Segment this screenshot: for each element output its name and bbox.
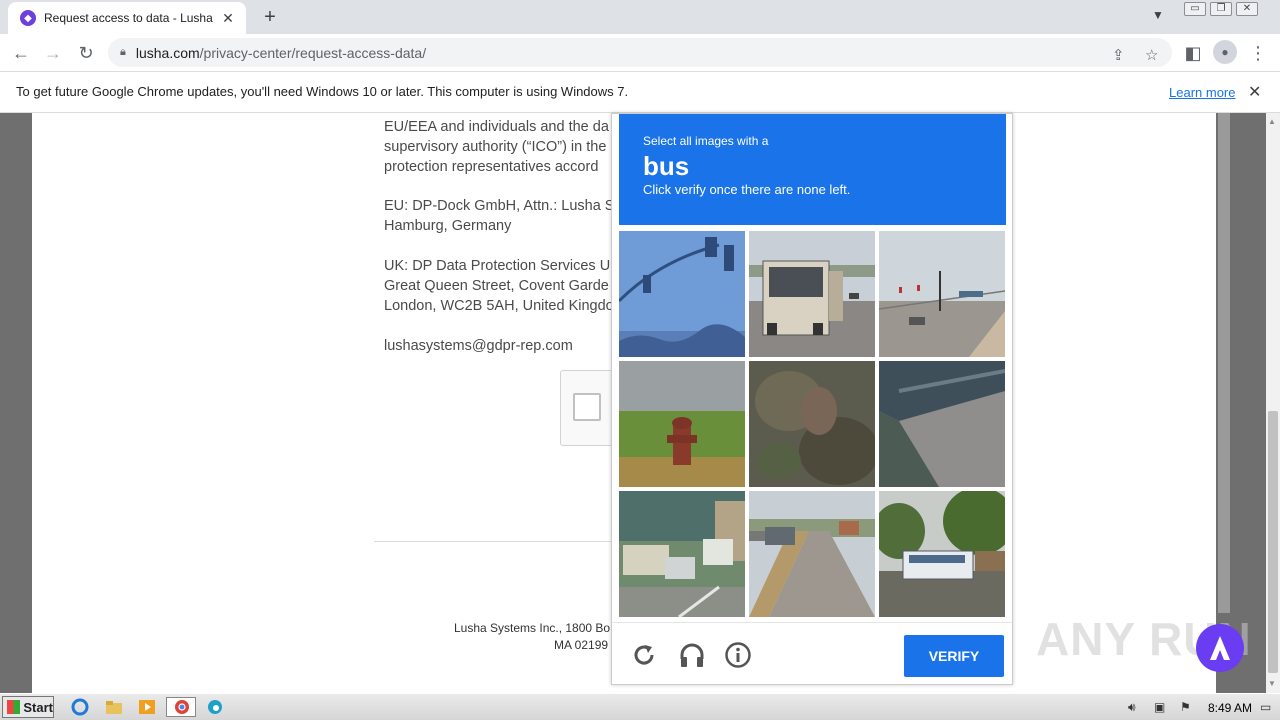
volume-icon[interactable]: 🔊︎ (1128, 700, 1136, 715)
scroll-up-icon[interactable]: ▲ (1268, 117, 1276, 126)
chat-widget-button[interactable] (1196, 624, 1244, 672)
info-icon[interactable] (724, 641, 752, 669)
tile-white-bus-trees[interactable] (879, 491, 1005, 617)
text-line: Great Queen Street, Covent Garde (384, 278, 609, 294)
text-line: Hamburg, Germany (384, 218, 512, 234)
url-text: lusha.com/privacy-center/request-access-… (136, 45, 426, 61)
learn-more-link[interactable]: Learn more (1169, 85, 1235, 100)
tile-fire-hydrant-field[interactable] (619, 361, 745, 487)
share-icon[interactable]: ⇪ (1112, 46, 1125, 64)
challenge-footer: VERIFY (612, 622, 1012, 684)
tab-title: Request access to data - Lusha (44, 11, 213, 25)
challenge-subinstruction: Click verify once there are none left. (643, 182, 851, 197)
url-path: /privacy-center/request-access-data/ (199, 44, 427, 61)
reload-challenge-icon[interactable] (630, 641, 658, 669)
challenge-target: bus (643, 151, 690, 181)
tile-traffic-light-sky[interactable] (619, 231, 745, 357)
taskbar-clock[interactable]: 8:49 AM (1208, 701, 1252, 715)
internet-explorer-icon[interactable] (70, 698, 90, 716)
address-bar[interactable]: 🔒︎ lusha.com/privacy-center/request-acce… (108, 38, 1172, 67)
update-infobar: To get future Google Chrome updates, you… (0, 71, 1280, 113)
minimize-button[interactable]: ▭ (1184, 2, 1206, 16)
infobar-close-icon[interactable]: ✕ (1248, 82, 1261, 102)
chat-widget-icon (1210, 636, 1230, 660)
start-button[interactable]: Start (2, 696, 54, 718)
forward-arrow-icon[interactable]: → (40, 40, 66, 66)
scroll-thumb[interactable] (1268, 411, 1278, 673)
browser-toolbar: ← → ↻ 🔒︎ lusha.com/privacy-center/reques… (0, 34, 1280, 71)
reload-icon[interactable]: ↻ (73, 40, 99, 66)
new-tab-button[interactable]: + (258, 6, 282, 29)
text-line: London, WC2B 5AH, United Kingdo (384, 298, 614, 314)
challenge-header: Select all images with a bus Click verif… (619, 114, 1006, 225)
image-grid (619, 231, 1006, 618)
restore-button[interactable]: ❐ (1210, 2, 1232, 16)
lock-icon[interactable]: 🔒︎ (120, 46, 126, 59)
tab-search-chevron-down-icon[interactable]: ▼ (1152, 8, 1164, 22)
windows-logo-icon (7, 700, 21, 714)
tile-buses-parking-lot[interactable] (619, 491, 745, 617)
action-center-flag-icon[interactable]: ⚑ (1180, 700, 1191, 714)
challenge-instruction: Select all images with a (643, 134, 769, 148)
text-line: EU/EEA and individuals and the da (384, 119, 609, 135)
tab-active[interactable]: ◆ Request access to data - Lusha ✕ (8, 2, 246, 34)
text-line: protection representatives accord (384, 159, 599, 175)
recaptcha-challenge: Select all images with a bus Click verif… (611, 113, 1013, 685)
inner-scrollbar[interactable] (1218, 113, 1230, 613)
tile-bridge-overpass[interactable] (879, 361, 1005, 487)
file-explorer-icon[interactable] (104, 698, 124, 716)
show-desktop-icon[interactable]: ▭ (1260, 700, 1271, 714)
menu-kebab-icon[interactable]: ⋮ (1245, 40, 1271, 66)
text-line: UK: DP Data Protection Services UK (384, 258, 620, 274)
lusha-favicon-icon: ◆ (20, 10, 36, 26)
network-icon[interactable]: ▣ (1154, 700, 1165, 714)
text-line: EU: DP-Dock GmbH, Attn.: Lusha Sy (384, 198, 622, 214)
back-arrow-icon[interactable]: ← (8, 40, 34, 66)
window-controls: ▭ ❐ ✕ (1184, 2, 1258, 16)
audio-challenge-headphones-icon[interactable] (678, 641, 706, 669)
email-link[interactable]: lushasystems@gdpr-rep.com (384, 336, 573, 356)
tile-blurred-foliage[interactable] (749, 361, 875, 487)
window-close-button[interactable]: ✕ (1236, 2, 1258, 16)
start-label: Start (23, 699, 53, 715)
chrome-taskbar-button[interactable] (166, 697, 196, 717)
tile-street-cars-houses[interactable] (749, 491, 875, 617)
recaptcha-checkbox[interactable] (573, 393, 601, 421)
page-scrollbar[interactable]: ▲ ▼ (1266, 113, 1280, 693)
profile-avatar[interactable]: ● (1213, 40, 1237, 64)
side-panel-icon[interactable]: ◧ (1180, 40, 1206, 66)
scroll-down-icon[interactable]: ▼ (1268, 679, 1276, 688)
infobar-message: To get future Google Chrome updates, you… (16, 84, 629, 99)
tile-bus-rear-road[interactable] (749, 231, 875, 357)
windows-taskbar: Start 🔊︎ ▣ ⚑ 8:49 AM ▭ (0, 693, 1280, 720)
text-line: supervisory authority (“ICO”) in the (384, 139, 607, 155)
footer-address: Lusha Systems Inc., 1800 Bo (454, 621, 611, 635)
verify-button[interactable]: VERIFY (904, 635, 1004, 677)
bookmark-star-icon[interactable]: ☆ (1145, 46, 1158, 64)
tile-intersection-traffic-lights[interactable] (879, 231, 1005, 357)
divider (374, 541, 644, 542)
tab-strip: ◆ Request access to data - Lusha ✕ + ▼ ▭… (0, 0, 1280, 34)
url-domain: lusha.com (135, 44, 200, 61)
tab-close-icon[interactable]: ✕ (220, 10, 236, 27)
edge-icon[interactable] (205, 698, 225, 716)
media-player-icon[interactable] (137, 698, 157, 716)
footer-zip: MA 02199 (554, 638, 609, 652)
